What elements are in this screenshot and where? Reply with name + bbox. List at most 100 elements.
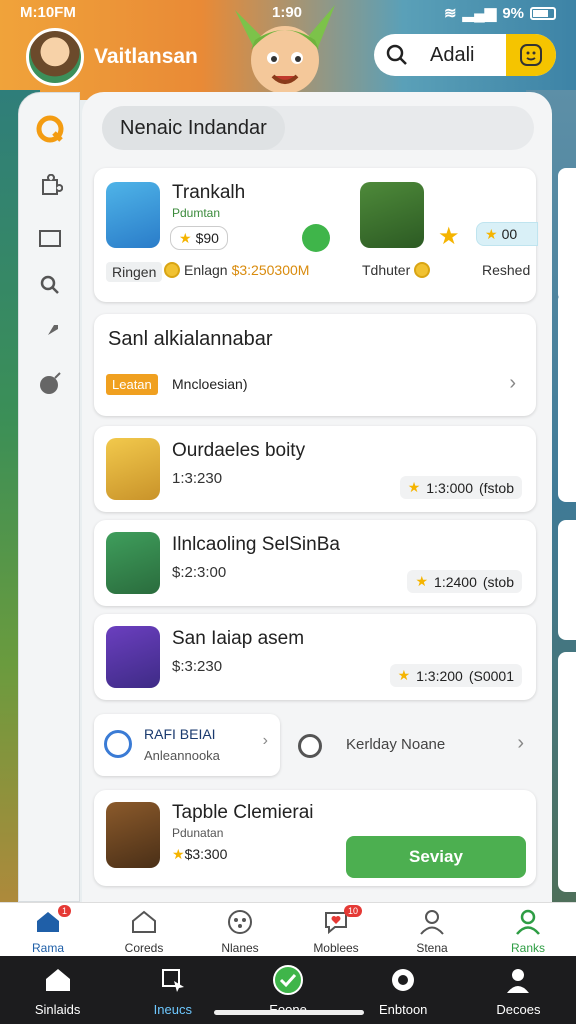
tab-moblees[interactable]: 10 Moblees xyxy=(288,903,384,956)
mini-title: Kerlday Noane xyxy=(346,736,446,753)
rating-value: 1:2400 xyxy=(434,573,477,590)
game-thumbnail[interactable] xyxy=(106,802,160,868)
item-name: Ourdaeles boity xyxy=(172,440,306,461)
second-label: Tdhuter xyxy=(362,262,411,278)
featured-subtitle: Pdumtan xyxy=(172,206,221,220)
game-thumbnail[interactable] xyxy=(106,532,160,594)
gamepad-icon xyxy=(227,909,253,935)
app-logo-icon[interactable] xyxy=(36,115,64,143)
meta-label: Enlagn xyxy=(184,262,228,278)
nav-decoes[interactable]: Decoes xyxy=(461,956,576,1024)
price-chip-secondary[interactable]: ★ 00 xyxy=(476,222,538,246)
section-title: Sanl alkialannabar xyxy=(108,328,273,350)
tab-label: Moblees xyxy=(313,941,359,955)
section-card[interactable]: Sanl alkialannabar Leatan Mncloesian) › xyxy=(94,314,536,416)
person-green-icon xyxy=(515,909,541,935)
rating-value: 1:3:000 xyxy=(426,479,473,496)
list-item[interactable]: Ourdaeles boity 1:3:230 ★ 1:3:000 (fstob xyxy=(94,426,536,512)
page-title: Nenaic Indandar xyxy=(102,106,285,150)
rating-value: 1:3:200 xyxy=(416,667,463,684)
tab-ranks[interactable]: Ranks xyxy=(480,903,576,956)
nav-ineucs[interactable]: Ineucs xyxy=(115,956,230,1024)
price-value: $3:300 xyxy=(184,846,228,862)
list-item[interactable]: Ilnlcaoling SelSinBa $:2:3:00 ★ 1:2400 (… xyxy=(94,520,536,606)
game-thumbnail[interactable] xyxy=(106,182,160,248)
page-title-bar: Nenaic Indandar xyxy=(102,106,534,150)
featured-card-bottom[interactable]: Tapble Clemierai Pdunatan ★$3:300 Seviay xyxy=(94,790,536,886)
tab-nlanes[interactable]: Nlanes xyxy=(192,903,288,956)
bomb-icon[interactable] xyxy=(36,369,64,397)
peek-card[interactable] xyxy=(558,168,576,302)
chevron-right-icon[interactable]: › xyxy=(263,732,268,750)
meta-tag: Ringen xyxy=(106,262,163,282)
search-label[interactable]: Adali xyxy=(420,44,506,67)
item-name: San Iaiap asem xyxy=(172,628,305,649)
peek-card[interactable] xyxy=(558,292,576,502)
price-chip[interactable]: ★ $90 xyxy=(170,226,228,250)
item-price: 1:3:230 xyxy=(172,470,223,487)
rocket-icon[interactable] xyxy=(36,319,64,347)
chevron-right-icon[interactable]: › xyxy=(509,372,516,395)
search-bar[interactable]: Adali xyxy=(374,34,556,76)
status-icons: ≋ ▂▄▆ 9% xyxy=(444,4,556,22)
mini-card-right[interactable]: Kerlday Noane › xyxy=(288,714,536,776)
featured-name: Trankalh xyxy=(172,182,246,203)
item-subtitle: Pdunatan xyxy=(172,826,224,840)
status-dot-icon[interactable] xyxy=(302,224,330,252)
tab-label: Coreds xyxy=(124,941,164,955)
screen-icon[interactable] xyxy=(36,225,64,253)
tab-coreds[interactable]: Coreds xyxy=(96,903,192,956)
chevron-right-icon[interactable]: › xyxy=(517,732,524,755)
item-name: Tapble Clemierai xyxy=(172,802,314,823)
game-thumbnail-secondary[interactable] xyxy=(360,182,424,248)
peek-card[interactable] xyxy=(558,520,576,640)
username: Vaitlansan xyxy=(94,45,198,68)
action-button[interactable]: Seviay xyxy=(346,836,526,878)
featured-card[interactable]: Trankalh Pdumtan ★ $90 ★ ★ 00 Ringen Enl… xyxy=(94,168,538,302)
game-thumbnail[interactable] xyxy=(106,626,160,688)
nav-label: Enbtoon xyxy=(378,1002,428,1017)
wifi-icon: ≋ xyxy=(444,5,457,22)
item-rating: ★ 1:3:000 (fstob xyxy=(399,476,522,499)
section-badge: Leatan xyxy=(106,374,158,395)
item-price: ★$3:300 xyxy=(172,846,227,863)
nav-label: Decoes xyxy=(496,1002,541,1017)
side-rail xyxy=(18,92,80,902)
coin-icon xyxy=(414,262,431,278)
bottom-tab-bar: 1 Rama Coreds Nlanes 10 Moblees Stena Ra… xyxy=(0,902,576,956)
rating-extra: (fstob xyxy=(478,479,514,496)
star-icon: ★ xyxy=(179,229,192,246)
star-icon: ★ xyxy=(397,667,411,683)
target-icon xyxy=(104,730,132,758)
home-indicator[interactable] xyxy=(214,1010,364,1015)
puzzle-icon[interactable] xyxy=(36,173,64,201)
app-header: Vaitlansan Adali xyxy=(0,28,576,88)
smile-icon[interactable] xyxy=(506,34,556,76)
item-rating: ★ 1:3:200 (S0001 xyxy=(389,664,522,687)
search-icon[interactable] xyxy=(36,271,64,299)
list-item[interactable]: San Iaiap asem $:3:230 ★ 1:3:200 (S0001 xyxy=(94,614,536,700)
tab-label: Ranks xyxy=(510,941,545,955)
nav-label: Sinlaids xyxy=(34,1002,81,1017)
coin-icon xyxy=(164,262,180,278)
game-thumbnail[interactable] xyxy=(106,438,160,500)
refresh-icon xyxy=(298,734,322,758)
mini-title: RAFI BEIAI xyxy=(144,726,216,742)
mini-card-left[interactable]: RAFI BEIAI Anleannooka › xyxy=(94,714,280,776)
tab-rama[interactable]: 1 Rama xyxy=(0,903,96,956)
nav-sinlaids[interactable]: Sinlaids xyxy=(0,956,115,1024)
status-clock: 1:90 xyxy=(272,4,303,21)
star-icon: ★ xyxy=(438,223,460,250)
peek-card[interactable] xyxy=(558,652,576,892)
star-icon: ★ xyxy=(485,225,498,242)
person-icon xyxy=(502,964,534,996)
item-rating: ★ 1:2400 (stob xyxy=(407,570,522,593)
search-icon[interactable] xyxy=(374,34,420,76)
third-label: Reshed xyxy=(482,262,531,278)
price-value: $90 xyxy=(195,230,219,246)
person-icon xyxy=(419,909,445,935)
mini-subtitle: Anleannooka xyxy=(144,748,220,763)
avatar[interactable] xyxy=(26,28,84,86)
item-name: Ilnlcaoling SelSinBa xyxy=(172,534,340,555)
tab-stena[interactable]: Stena xyxy=(384,903,480,956)
